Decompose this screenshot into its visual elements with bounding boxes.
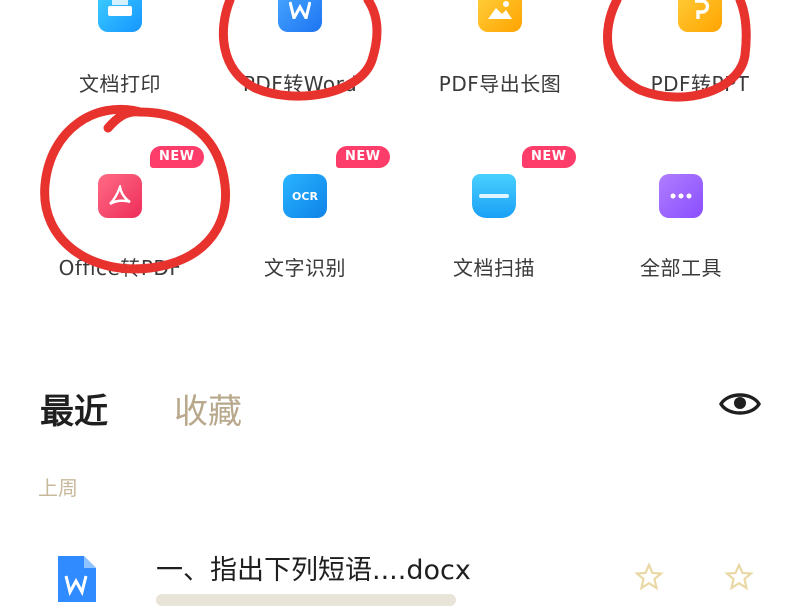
tool-all-tools[interactable]: 全部工具 (581, 140, 781, 280)
ocr-icon: OCR (283, 174, 327, 218)
file-meta-placeholder (156, 594, 456, 606)
section-label-last-week: 上周 (38, 476, 78, 500)
tool-pdf-to-word[interactable]: PDF转Word (200, 0, 400, 96)
tool-pdf-export-image[interactable]: PDF导出长图 (400, 0, 600, 96)
tool-label: Office转PDF (58, 256, 182, 280)
file-name: 一、指出下列短语....docx (156, 555, 471, 586)
tool-label: PDF转Word (242, 72, 358, 96)
svg-text:OCR: OCR (292, 190, 318, 203)
scanner-icon (472, 174, 516, 218)
printer-icon (98, 0, 142, 32)
tab-favorites[interactable]: 收藏 (174, 384, 242, 433)
eye-icon[interactable] (718, 386, 762, 422)
tool-ocr[interactable]: OCR NEW 文字识别 (205, 140, 405, 280)
tool-document-print[interactable]: 文档打印 (20, 0, 220, 96)
image-icon (478, 0, 522, 32)
new-badge: NEW (150, 146, 204, 168)
tool-label: 文字识别 (264, 256, 346, 280)
new-badge: NEW (522, 146, 576, 168)
word-doc-icon (278, 0, 322, 32)
star-icon[interactable] (634, 562, 664, 592)
word-doc-icon (58, 556, 96, 602)
tool-label: 文档打印 (79, 72, 161, 96)
star-icon[interactable] (724, 562, 754, 592)
tool-office-to-pdf[interactable]: NEW Office转PDF (20, 140, 220, 280)
ppt-doc-icon (678, 0, 722, 32)
tool-document-scan[interactable]: NEW 文档扫描 (394, 140, 594, 280)
tool-pdf-to-ppt[interactable]: PDF转PPT (600, 0, 800, 96)
pdf-icon (98, 174, 142, 218)
new-badge: NEW (336, 146, 390, 168)
tool-label: PDF转PPT (650, 72, 750, 96)
list-item[interactable]: 一、指出下列短语....docx (0, 540, 800, 606)
tab-recent[interactable]: 最近 (40, 384, 108, 433)
tool-label: 全部工具 (640, 256, 722, 280)
tool-label: 文档扫描 (453, 256, 535, 280)
tool-label: PDF导出长图 (438, 72, 562, 96)
more-icon (659, 174, 703, 218)
